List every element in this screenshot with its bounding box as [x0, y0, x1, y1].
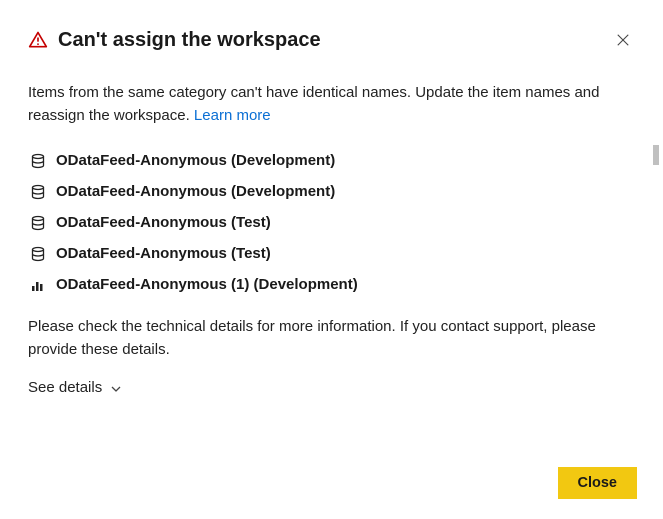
- warning-icon: [28, 30, 48, 50]
- report-icon: [30, 277, 46, 293]
- dialog-header: Can't assign the workspace: [28, 28, 635, 52]
- close-button[interactable]: Close: [558, 467, 638, 499]
- chevron-down-icon: [110, 382, 122, 394]
- dataset-icon: [30, 153, 46, 169]
- conflict-item: ODataFeed-Anonymous (1) (Development): [28, 269, 635, 300]
- dialog-title: Can't assign the workspace: [58, 29, 601, 52]
- conflict-item: ODataFeed-Anonymous (Development): [28, 145, 635, 176]
- conflict-item-label: ODataFeed-Anonymous (1) (Development): [56, 276, 358, 293]
- conflict-list: ODataFeed-Anonymous (Development) ODataFe…: [28, 145, 635, 300]
- scrollbar-thumb[interactable]: [653, 145, 659, 165]
- dataset-icon: [30, 246, 46, 262]
- message-text: Items from the same category can't have …: [28, 84, 600, 124]
- learn-more-link[interactable]: Learn more: [194, 107, 271, 124]
- dataset-icon: [30, 215, 46, 231]
- conflict-item: ODataFeed-Anonymous (Test): [28, 207, 635, 238]
- error-dialog: Can't assign the workspace Items from th…: [0, 0, 663, 397]
- dataset-icon: [30, 184, 46, 200]
- conflict-item-label: ODataFeed-Anonymous (Test): [56, 245, 271, 262]
- close-icon[interactable]: [611, 28, 635, 52]
- conflict-item-label: ODataFeed-Anonymous (Development): [56, 183, 335, 200]
- dialog-message: Items from the same category can't have …: [28, 82, 635, 127]
- see-details-label: See details: [28, 379, 102, 396]
- conflict-list-scrollarea: ODataFeed-Anonymous (Development) ODataFe…: [28, 145, 635, 300]
- conflict-item-label: ODataFeed-Anonymous (Test): [56, 214, 271, 231]
- see-details-toggle[interactable]: See details: [28, 379, 122, 396]
- dialog-footer: Close: [558, 467, 638, 499]
- technical-note: Please check the technical details for m…: [28, 316, 635, 361]
- conflict-item: ODataFeed-Anonymous (Development): [28, 176, 635, 207]
- conflict-item: ODataFeed-Anonymous (Test): [28, 238, 635, 269]
- conflict-item-label: ODataFeed-Anonymous (Development): [56, 152, 335, 169]
